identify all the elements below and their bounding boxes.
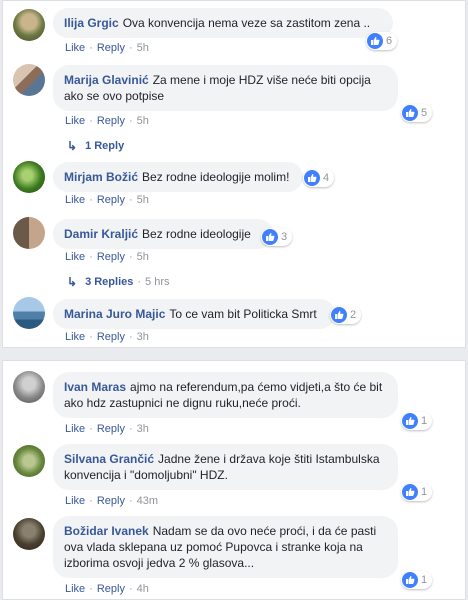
reaction-count[interactable]: 4 bbox=[303, 169, 335, 187]
avatar[interactable] bbox=[13, 371, 45, 403]
comment-actions: Like · Reply · 3h bbox=[65, 331, 149, 343]
reaction-number: 1 bbox=[421, 486, 428, 498]
reaction-count[interactable]: 6 bbox=[366, 32, 398, 50]
replies-count[interactable]: 1 Reply bbox=[85, 140, 124, 152]
reply-arrow-icon: ↳ bbox=[67, 139, 78, 153]
comment-author[interactable]: Silvana Grančić bbox=[64, 452, 154, 466]
reaction-count[interactable]: 2 bbox=[330, 306, 362, 324]
comment-actions: Like · Reply · 5h bbox=[65, 42, 149, 54]
reply-link[interactable]: Reply bbox=[97, 115, 125, 127]
comment-time[interactable]: 4h bbox=[137, 583, 149, 595]
thumbs-up-icon bbox=[367, 33, 383, 49]
reaction-number: 1 bbox=[421, 415, 428, 427]
thumbs-up-icon bbox=[331, 307, 347, 323]
comment-text: Ova konvencija nema veze sa zastitom zen… bbox=[122, 16, 371, 30]
comment-actions: Like · Reply · 5h bbox=[65, 115, 149, 127]
replies-time: 5 hrs bbox=[145, 276, 170, 288]
reaction-number: 4 bbox=[323, 172, 330, 184]
like-link[interactable]: Like bbox=[65, 194, 85, 206]
comment-time[interactable]: 5h bbox=[137, 251, 149, 263]
comment-author[interactable]: Ivan Maras bbox=[64, 380, 126, 394]
comment-actions: Like · Reply · 3h bbox=[65, 423, 149, 435]
comment-actions: Like · Reply · 43m bbox=[65, 495, 159, 507]
comment-author[interactable]: Marina Juro Majic bbox=[64, 307, 165, 321]
like-link[interactable]: Like bbox=[65, 495, 85, 507]
reply-link[interactable]: Reply bbox=[97, 495, 125, 507]
reply-link[interactable]: Reply bbox=[97, 331, 125, 343]
comment-bubble: Silvana Grančić Jadne žene i država koje … bbox=[53, 444, 398, 490]
view-replies-link[interactable]: ↳ 3 Replies · 5 hrs bbox=[67, 275, 170, 289]
reaction-number: 3 bbox=[281, 231, 288, 243]
reaction-count[interactable]: 5 bbox=[401, 104, 433, 122]
reaction-count[interactable]: 1 bbox=[401, 412, 433, 430]
reaction-count[interactable]: 3 bbox=[261, 228, 293, 246]
reply-link[interactable]: Reply bbox=[97, 42, 125, 54]
thumbs-up-icon bbox=[402, 105, 418, 121]
comment-text: Bez rodne ideologije molim! bbox=[142, 170, 290, 184]
comment-author[interactable]: Ilija Grgic bbox=[64, 16, 119, 30]
replies-count[interactable]: 3 Replies bbox=[85, 276, 133, 288]
reply-link[interactable]: Reply bbox=[97, 583, 125, 595]
reply-link[interactable]: Reply bbox=[97, 423, 125, 435]
comment-bubble: Božidar Ivanek Nadam se da ovo neće proći… bbox=[53, 516, 398, 578]
comment-author[interactable]: Damir Kraljić bbox=[64, 227, 138, 241]
comment-time[interactable]: 5h bbox=[137, 42, 149, 54]
comment-time[interactable]: 3h bbox=[137, 423, 149, 435]
like-link[interactable]: Like bbox=[65, 423, 85, 435]
avatar[interactable] bbox=[13, 518, 45, 550]
reply-link[interactable]: Reply bbox=[97, 194, 125, 206]
comment-bubble: Damir Kraljić Bez rodne ideologije bbox=[53, 219, 273, 249]
comment-actions: Like · Reply · 4h bbox=[65, 583, 149, 595]
like-link[interactable]: Like bbox=[65, 583, 85, 595]
reply-arrow-icon: ↳ bbox=[67, 275, 78, 289]
thumbs-up-icon bbox=[402, 413, 418, 429]
comment-bubble: Ilija Grgic Ova konvencija nema veze sa z… bbox=[53, 8, 393, 38]
avatar[interactable] bbox=[13, 9, 45, 41]
thumbs-up-icon bbox=[402, 572, 418, 588]
comment-bubble: Marija Glavinić Za mene i moje HDZ više n… bbox=[53, 65, 398, 111]
avatar[interactable] bbox=[13, 217, 45, 249]
comment-actions: Like · Reply · 5h bbox=[65, 194, 149, 206]
avatar[interactable] bbox=[13, 297, 45, 329]
reaction-number: 6 bbox=[386, 35, 393, 47]
reply-link[interactable]: Reply bbox=[97, 251, 125, 263]
comment-author[interactable]: Božidar Ivanek bbox=[64, 524, 149, 538]
comment-time[interactable]: 3h bbox=[137, 331, 149, 343]
thumbs-up-icon bbox=[304, 170, 320, 186]
reaction-number: 2 bbox=[350, 309, 357, 321]
comment-author[interactable]: Marija Glavinić bbox=[64, 73, 149, 87]
comment-text: Bez rodne ideologije bbox=[142, 227, 251, 241]
avatar[interactable] bbox=[13, 445, 45, 477]
comment-author[interactable]: Mirjam Božić bbox=[64, 170, 138, 184]
comment-time[interactable]: 5h bbox=[137, 115, 149, 127]
comments-panel-1: Ilija Grgic Ova konvencija nema veze sa z… bbox=[2, 0, 466, 348]
thumbs-up-icon bbox=[262, 229, 278, 245]
comment-actions: Like · Reply · 5h bbox=[65, 251, 149, 263]
reaction-count[interactable]: 1 bbox=[401, 483, 433, 501]
comments-panel-2: Ivan Maras ajmo na referendum,pa ćemo vid… bbox=[2, 360, 466, 600]
thumbs-up-icon bbox=[402, 484, 418, 500]
comment-bubble: Ivan Maras ajmo na referendum,pa ćemo vid… bbox=[53, 372, 398, 418]
reaction-count[interactable]: 1 bbox=[401, 571, 433, 589]
comment-bubble: Marina Juro Majic To ce vam bit Politicka… bbox=[53, 299, 335, 329]
comment-bubble: Mirjam Božić Bez rodne ideologije molim! bbox=[53, 162, 303, 192]
view-replies-link[interactable]: ↳ 1 Reply bbox=[67, 139, 124, 153]
avatar[interactable] bbox=[13, 64, 45, 96]
avatar[interactable] bbox=[13, 161, 45, 193]
like-link[interactable]: Like bbox=[65, 42, 85, 54]
reaction-number: 5 bbox=[421, 107, 428, 119]
reaction-number: 1 bbox=[421, 574, 428, 586]
comment-text: To ce vam bit Politicka Smrt bbox=[169, 307, 317, 321]
comment-time[interactable]: 5h bbox=[137, 194, 149, 206]
like-link[interactable]: Like bbox=[65, 115, 85, 127]
like-link[interactable]: Like bbox=[65, 331, 85, 343]
like-link[interactable]: Like bbox=[65, 251, 85, 263]
comment-time[interactable]: 43m bbox=[137, 495, 158, 507]
